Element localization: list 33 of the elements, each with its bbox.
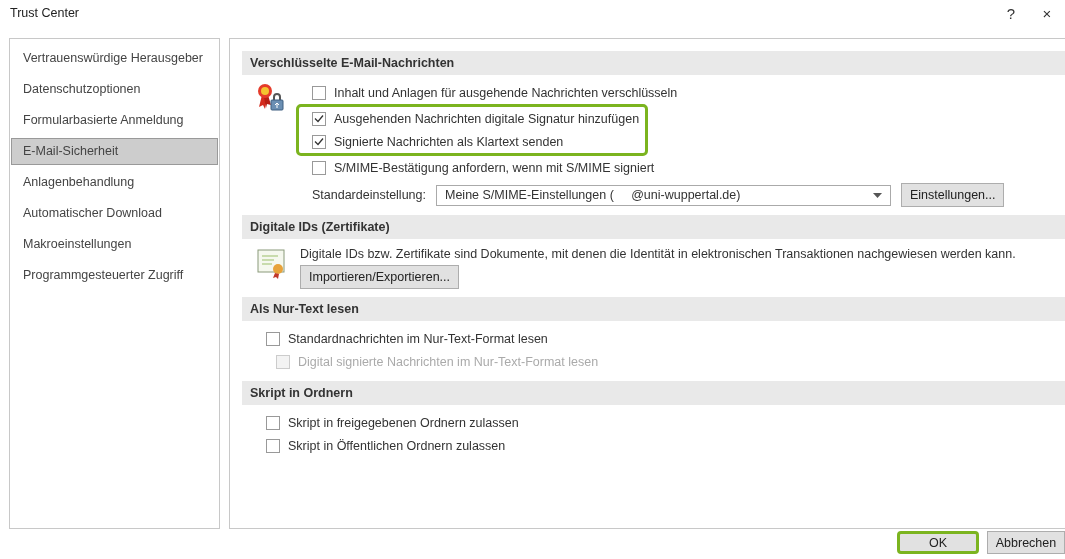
caret-icon	[873, 192, 882, 198]
section-header: Skript in Ordnern	[242, 381, 1065, 405]
field-label: Standardeinstellung:	[312, 188, 426, 202]
sidebar-item[interactable]: Formularbasierte Anmeldung	[11, 107, 218, 134]
ok-button[interactable]: OK	[897, 531, 979, 554]
checkbox[interactable]: Ausgehenden Nachrichten digitale Signatur hinzufügen	[300, 107, 640, 130]
settings-button[interactable]: Einstellungen...	[901, 183, 1005, 207]
section-header: Als Nur-Text lesen	[242, 297, 1065, 321]
cancel-button[interactable]: Abbrechen	[987, 531, 1065, 554]
checkbox[interactable]: Standardnachrichten im Nur-Text-Format lesen	[254, 327, 1065, 350]
checkbox[interactable]: Signierte Nachrichten als Klartext senden	[300, 130, 640, 153]
checkbox[interactable]: Skript in Öffentlichen Ordnern zulassen	[254, 434, 1065, 457]
help-button[interactable]: ?	[993, 0, 1029, 26]
checkmark-icon	[314, 137, 324, 146]
sidebar-item[interactable]: E-Mail-Sicherheit	[11, 138, 218, 165]
description-text: Digitale IDs bzw. Zertifikate sind Dokumente, mit denen die Identität in elektronischen Transaktionen nachgewiesen werden kann.	[300, 246, 1017, 263]
sidebar-item[interactable]: Datenschutzoptionen	[11, 76, 218, 103]
certificate-icon	[256, 247, 288, 279]
checkmark-icon	[314, 114, 324, 123]
checkbox[interactable]: Skript in freigegebenen Ordnern zulassen	[254, 411, 1065, 434]
window-title: Trust Center	[10, 6, 80, 20]
sidebar-item[interactable]: Anlagenbehandlung	[11, 169, 218, 196]
sidebar-item[interactable]: Vertrauenswürdige Herausgeber	[11, 45, 218, 72]
sidebar-item[interactable]: Programmgesteuerter Zugriff	[11, 262, 218, 289]
sidebar-item[interactable]: Automatischer Download	[11, 200, 218, 227]
import-export-button[interactable]: Importieren/Exportieren...	[300, 265, 460, 289]
sidebar-item[interactable]: Makroeinstellungen	[11, 231, 218, 258]
section-header: Verschlüsselte E-Mail-Nachrichten	[242, 51, 1065, 75]
section-header: Digitale IDs (Zertifikate)	[242, 215, 1065, 239]
close-button[interactable]: ×	[1029, 0, 1065, 26]
checkbox[interactable]: S/MIME-Bestätigung anfordern, wenn mit S/MIME signiert	[300, 156, 1065, 179]
dropdown-field[interactable]: Meine S/MIME-Einstellungen ( @uni-wuppertal.de)	[436, 184, 891, 206]
checkbox[interactable]: Inhalt und Anlagen für ausgehende Nachrichten verschlüsseln	[300, 81, 1065, 104]
